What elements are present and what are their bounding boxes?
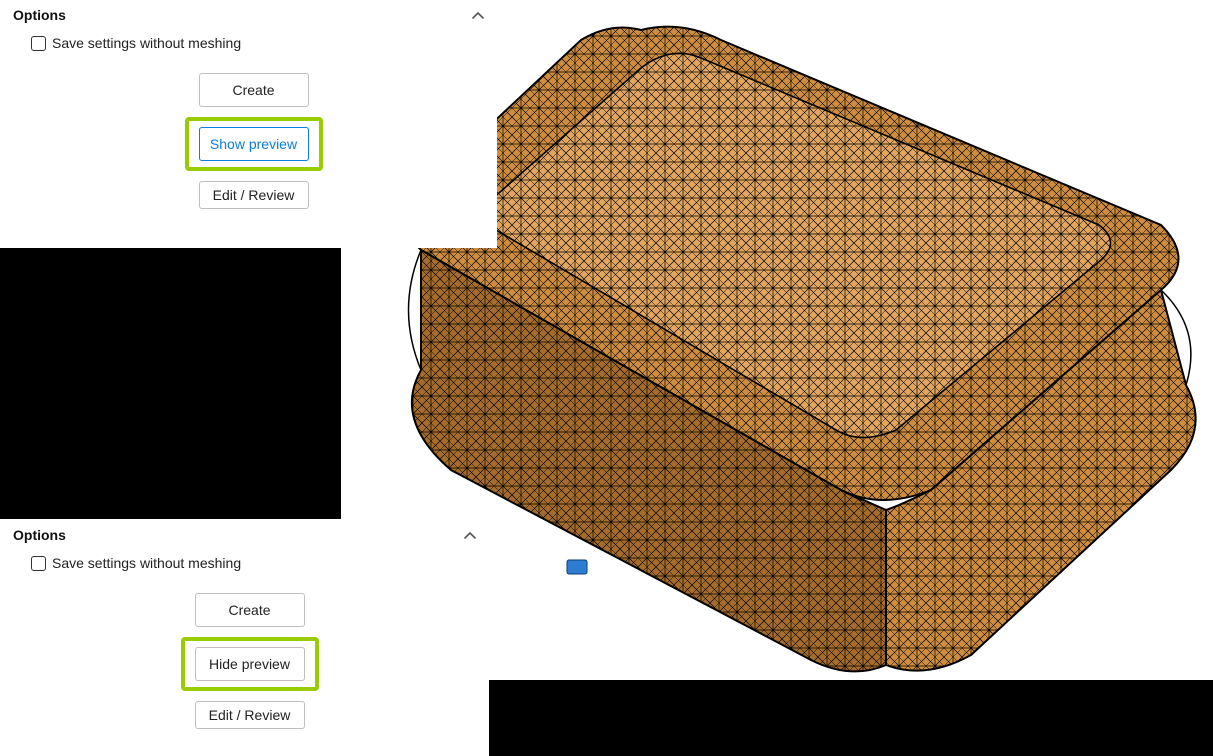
options-title: Options xyxy=(13,527,66,543)
mesh-probe-icon xyxy=(567,560,587,574)
save-settings-checkbox[interactable] xyxy=(31,556,46,571)
save-settings-checkbox[interactable] xyxy=(31,36,46,51)
edit-review-button[interactable]: Edit / Review xyxy=(195,701,305,729)
empty-viewport-strip-bottom xyxy=(489,680,1213,756)
hide-preview-button[interactable]: Hide preview xyxy=(195,647,305,681)
options-panel-show-preview: Options Save settings without meshing Cr… xyxy=(0,0,497,248)
options-panel-hide-preview: Options Save settings without meshing Cr… xyxy=(0,520,489,756)
save-settings-label: Save settings without meshing xyxy=(52,555,241,571)
chevron-up-icon[interactable] xyxy=(472,9,484,21)
mesh-bottom-seam xyxy=(409,250,422,370)
create-button[interactable]: Create xyxy=(199,73,309,107)
chevron-up-icon[interactable] xyxy=(464,529,476,541)
highlight-frame: Show preview xyxy=(185,117,323,171)
show-preview-button[interactable]: Show preview xyxy=(199,127,309,161)
empty-viewport-strip-left xyxy=(0,248,341,519)
edit-review-button[interactable]: Edit / Review xyxy=(199,181,309,209)
create-button[interactable]: Create xyxy=(195,593,305,627)
save-settings-label: Save settings without meshing xyxy=(52,35,241,51)
options-title: Options xyxy=(13,7,66,23)
highlight-frame: Hide preview xyxy=(181,637,319,691)
